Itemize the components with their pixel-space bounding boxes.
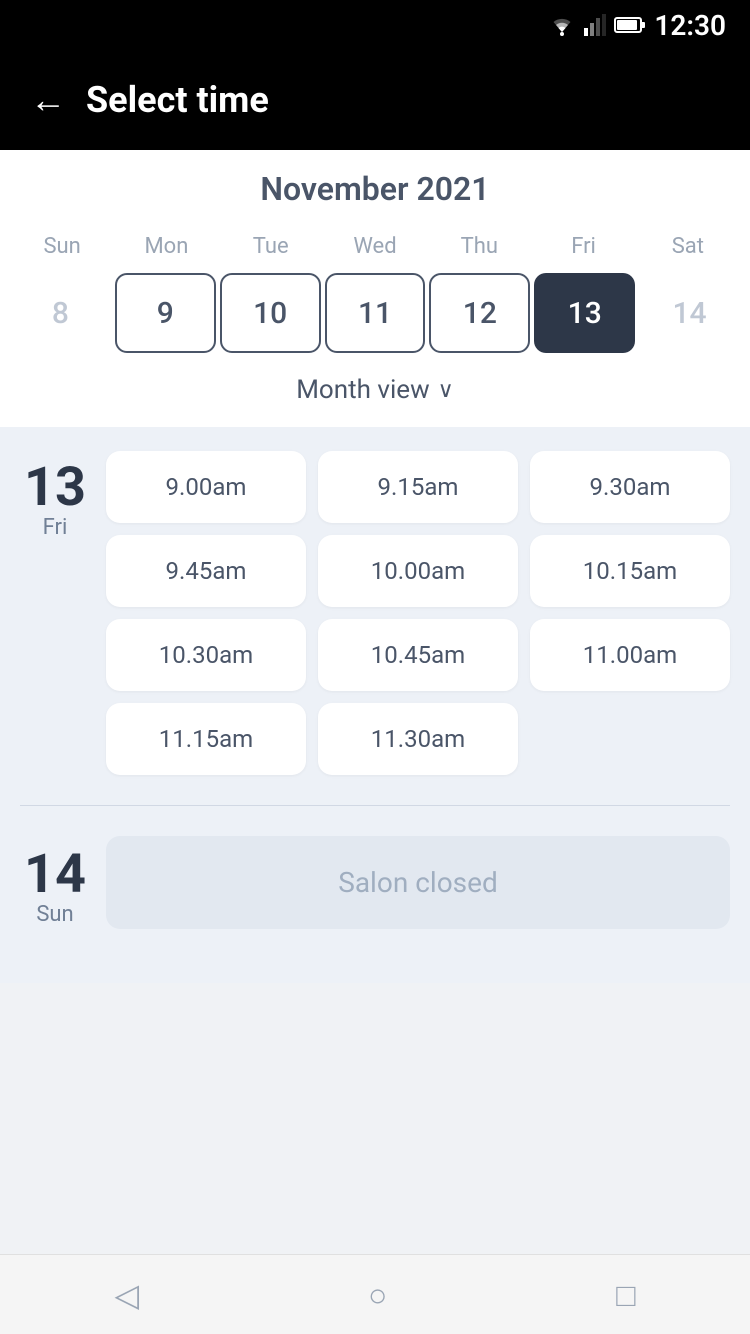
time-slot-945[interactable]: 9.45am (106, 535, 306, 607)
wifi-icon (548, 14, 576, 36)
page-title: Select time (86, 79, 269, 121)
weekday-mon: Mon (114, 226, 218, 267)
weekday-thu: Thu (427, 226, 531, 267)
day-cell-11[interactable]: 11 (325, 273, 426, 353)
nav-back-button[interactable]: ◁ (84, 1266, 169, 1324)
time-slot-1045[interactable]: 10.45am (318, 619, 518, 691)
weekday-fri: Fri (531, 226, 635, 267)
salon-closed-message: Salon closed (106, 836, 730, 929)
day-cell-10[interactable]: 10 (220, 273, 321, 353)
weekday-tue: Tue (219, 226, 323, 267)
time-slot-1015[interactable]: 10.15am (530, 535, 730, 607)
day-label-14: 14 Sun (20, 838, 90, 927)
weekday-sun: Sun (10, 226, 114, 267)
month-year-title: November 2021 (0, 170, 750, 208)
time-slot-1130[interactable]: 11.30am (318, 703, 518, 775)
time-slot-1030[interactable]: 10.30am (106, 619, 306, 691)
time-grid-13: 9.00am 9.15am 9.30am 9.45am 10.00am 10.1… (106, 451, 730, 775)
status-time: 12:30 (654, 9, 726, 42)
time-slot-930[interactable]: 9.30am (530, 451, 730, 523)
day-cell-14[interactable]: 14 (639, 273, 740, 353)
battery-icon (614, 16, 646, 34)
day-cell-13[interactable]: 13 (534, 273, 635, 353)
signal-icon (584, 14, 606, 36)
header: ← Select time (0, 50, 750, 150)
status-bar: 12:30 (0, 0, 750, 50)
weekday-wed: Wed (323, 226, 427, 267)
nav-recent-button[interactable]: □ (586, 1266, 665, 1324)
calendar-section: November 2021 Sun Mon Tue Wed Thu Fri Sa… (0, 150, 750, 427)
day-cell-8[interactable]: 8 (10, 273, 111, 353)
time-slot-1100[interactable]: 11.00am (530, 619, 730, 691)
day-block-14: 14 Sun Salon closed (20, 836, 730, 929)
time-slot-1115[interactable]: 11.15am (106, 703, 306, 775)
day-cell-9[interactable]: 9 (115, 273, 216, 353)
time-slot-900[interactable]: 9.00am (106, 451, 306, 523)
bottom-nav: ◁ ○ □ (0, 1254, 750, 1334)
day-number-14: 14 (20, 848, 90, 902)
weekday-header: Sun Mon Tue Wed Thu Fri Sat (0, 226, 750, 267)
slots-section: 13 Fri 9.00am 9.15am 9.30am 9.45am 10.00… (0, 427, 750, 983)
day-block-13: 13 Fri 9.00am 9.15am 9.30am 9.45am 10.00… (20, 451, 730, 775)
chevron-down-icon: ∨ (438, 378, 454, 403)
status-icons: 12:30 (548, 9, 726, 42)
time-slot-915[interactable]: 9.15am (318, 451, 518, 523)
month-view-label: Month view (296, 375, 429, 405)
day-row: 8 9 10 11 12 13 14 (0, 267, 750, 359)
nav-home-button[interactable]: ○ (338, 1266, 417, 1324)
time-slot-1000[interactable]: 10.00am (318, 535, 518, 607)
day-number-13: 13 (20, 461, 90, 515)
weekday-sat: Sat (636, 226, 740, 267)
back-button[interactable]: ← (30, 82, 66, 118)
day-cell-12[interactable]: 12 (429, 273, 530, 353)
month-view-toggle[interactable]: Month view ∨ (0, 359, 750, 417)
divider (20, 805, 730, 806)
day-label-13: 13 Fri (20, 451, 90, 540)
